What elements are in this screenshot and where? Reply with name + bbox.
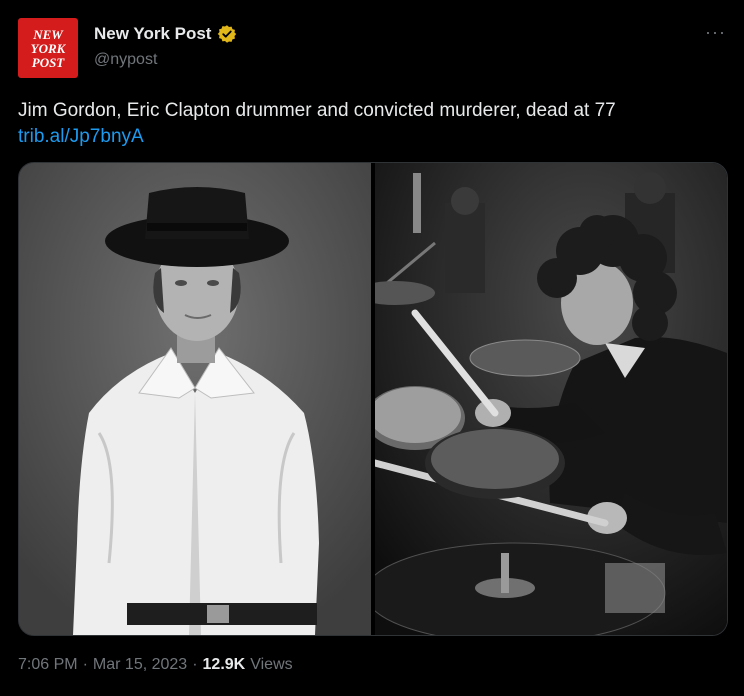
views-label: Views	[250, 656, 293, 673]
tweet-meta: 7:06 PM · Mar 15, 2023 · 12.9K Views	[18, 656, 293, 674]
tweet-time[interactable]: 7:06 PM	[18, 656, 78, 674]
logo-line-3: POST	[32, 55, 66, 70]
views-count[interactable]: 12.9K	[203, 656, 246, 674]
portrait-photo-illustration	[19, 163, 371, 635]
verified-badge-icon[interactable]	[217, 24, 237, 44]
nypost-logo: NEW YORK POST	[31, 27, 67, 70]
tweet-link[interactable]: trib.al/Jp7bnyA	[18, 124, 726, 150]
display-name[interactable]: New York Post	[94, 24, 211, 44]
more-options-icon[interactable]: ···	[705, 22, 726, 43]
drumming-photo-illustration	[375, 163, 727, 635]
tweet-date[interactable]: Mar 15, 2023	[93, 656, 187, 674]
portrait-photo[interactable]	[19, 163, 371, 635]
tweet-body: Jim Gordon, Eric Clapton drummer and con…	[18, 100, 616, 121]
avatar[interactable]: NEW YORK POST	[18, 18, 78, 78]
tweet-text: Jim Gordon, Eric Clapton drummer and con…	[18, 98, 726, 150]
tweet-header: NEW YORK POST New York Post @nypost ···	[18, 18, 726, 80]
drumming-photo[interactable]	[375, 163, 727, 635]
media-grid	[18, 162, 728, 636]
logo-line-2: YORK	[31, 41, 67, 56]
logo-line-1: NEW	[32, 27, 64, 42]
meta-separator-2: ·	[192, 656, 198, 673]
handle[interactable]: @nypost	[94, 51, 157, 69]
name-line: New York Post	[94, 24, 237, 44]
meta-separator: ·	[82, 656, 88, 673]
tweet: NEW YORK POST New York Post @nypost ··· …	[0, 0, 744, 696]
